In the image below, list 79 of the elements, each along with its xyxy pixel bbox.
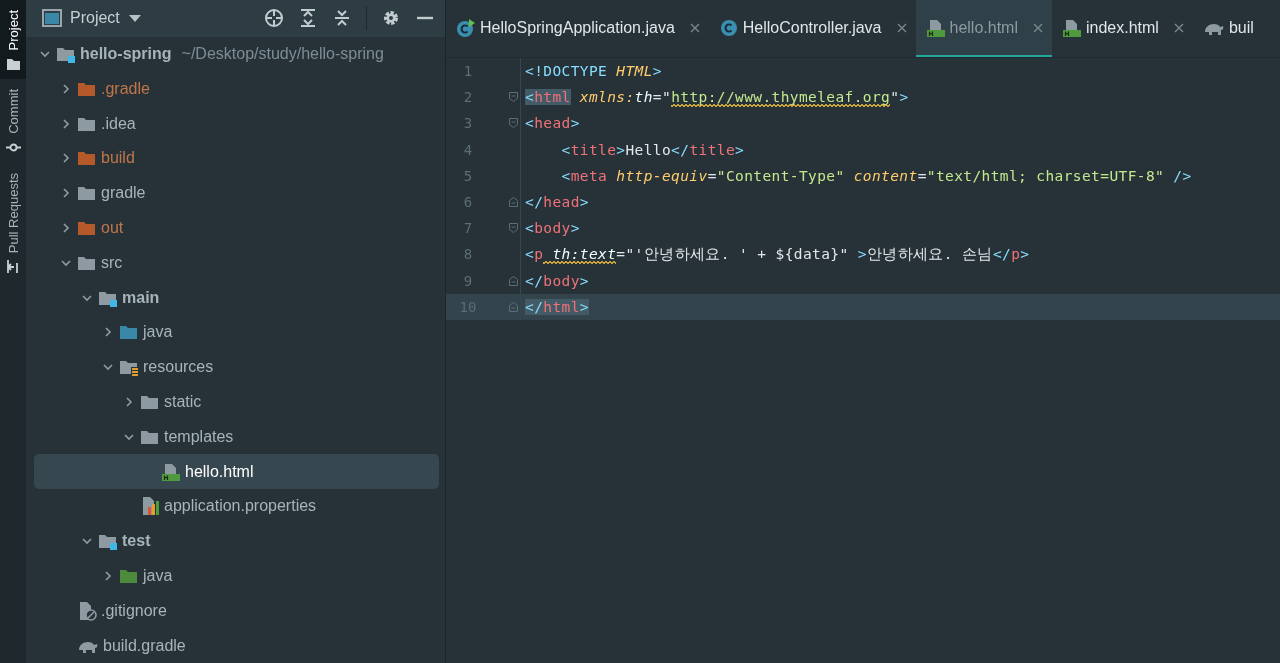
tree-item[interactable]: resources <box>34 349 439 385</box>
tree-item[interactable]: hello-spring ~/Desktop/study/hello-spring <box>34 36 439 72</box>
fold-icon <box>509 275 518 286</box>
fold-icon <box>509 301 518 312</box>
fold-icon <box>509 92 518 103</box>
close-icon[interactable] <box>688 21 701 34</box>
code-line: </head> <box>524 194 589 211</box>
line-number: 4 <box>462 141 474 158</box>
html-file-icon <box>925 18 946 37</box>
code-line: <body> <box>524 220 580 237</box>
editor-tab[interactable]: HelloSpringApplication.java <box>446 0 709 57</box>
code-line: </body> <box>524 272 589 289</box>
html-file-icon <box>161 462 181 481</box>
tool-window-tab[interactable]: Project <box>0 0 26 80</box>
pull-request-icon <box>5 259 21 275</box>
line-number: 1 <box>462 63 474 80</box>
code-line: </html> <box>524 298 589 315</box>
tree-item[interactable]: .idea <box>34 106 439 142</box>
editor-tab[interactable]: hello.html <box>915 0 1052 57</box>
code-line: <meta http-equiv="Content-Type" content="text/html; charset=UTF-8" /> <box>560 167 1192 184</box>
tool-window-tab[interactable]: Commit <box>0 79 26 164</box>
fold-icon <box>509 223 518 234</box>
folder-icon <box>77 149 97 168</box>
fold-icon <box>509 197 518 208</box>
folder-icon <box>119 567 139 585</box>
line-number: 5 <box>462 167 474 184</box>
fold-icon <box>509 118 518 129</box>
tree-item[interactable]: .gitignore <box>34 593 439 629</box>
folder-icon <box>119 323 139 342</box>
tree-item[interactable]: out <box>34 210 439 246</box>
tree-item[interactable]: main <box>34 280 439 316</box>
tree-item[interactable]: java <box>34 315 439 350</box>
line-number: 2 <box>462 89 474 106</box>
editor-tab[interactable]: index.html <box>1052 0 1193 57</box>
class-icon <box>718 17 739 38</box>
module-folder-icon <box>56 45 76 64</box>
ignore-file-icon <box>77 600 97 621</box>
code-line: <!DOCTYPE HTML> <box>524 63 662 80</box>
properties-file-icon <box>140 496 160 517</box>
html-file-icon <box>1062 18 1082 37</box>
code-line: <html xmlns:th="http://www.thymeleaf.org"> <box>524 89 909 106</box>
folder-icon <box>5 56 21 72</box>
tree-item[interactable]: build.gradle <box>34 628 439 663</box>
line-number: 8 <box>462 246 474 263</box>
code-line: <head> <box>524 115 580 132</box>
close-icon[interactable] <box>895 21 908 34</box>
project-view-dropdown[interactable]: Project <box>42 9 142 28</box>
tree-item[interactable]: java <box>34 558 439 594</box>
folder-icon <box>77 219 97 238</box>
class-run-icon <box>456 17 476 38</box>
dropdown-icon <box>127 13 142 24</box>
tree-item[interactable]: templates <box>34 419 439 455</box>
resources-folder-icon <box>119 358 139 377</box>
tree-item[interactable]: build <box>34 141 439 176</box>
line-number: 3 <box>462 115 474 132</box>
project-path: ~/Desktop/study/hello-spring <box>181 45 384 64</box>
tree-item[interactable]: gradle <box>34 175 439 211</box>
code-line: <p th:text="'안녕하세요. ' + ${data}" >안녕하세요. 손님</p> <box>524 244 1030 264</box>
tool-window-tab[interactable]: Pull Requests <box>0 163 26 283</box>
module-folder-icon <box>98 532 118 551</box>
folder-icon <box>77 184 97 203</box>
tree-item[interactable]: static <box>34 384 439 420</box>
editor-tab[interactable]: HelloController.java <box>708 0 916 57</box>
tree-item[interactable]: .gradle <box>34 71 439 107</box>
locate-icon[interactable] <box>264 8 284 29</box>
code-line: <title>Hello</title> <box>560 141 745 158</box>
line-number: 6 <box>462 194 474 211</box>
editor-tab[interactable]: buil <box>1192 0 1262 57</box>
window-icon <box>42 9 62 28</box>
tree-item[interactable]: hello.html <box>34 454 439 489</box>
line-number: 9 <box>462 272 474 289</box>
tree-item[interactable]: test <box>34 523 439 559</box>
close-icon[interactable] <box>1032 21 1044 34</box>
line-number: 7 <box>462 220 474 237</box>
expand-all-icon[interactable] <box>298 8 318 29</box>
folder-icon <box>140 393 160 411</box>
close-icon[interactable] <box>1172 21 1185 34</box>
tree-item[interactable]: application.properties <box>34 489 439 524</box>
tree-item[interactable]: src <box>34 245 439 281</box>
